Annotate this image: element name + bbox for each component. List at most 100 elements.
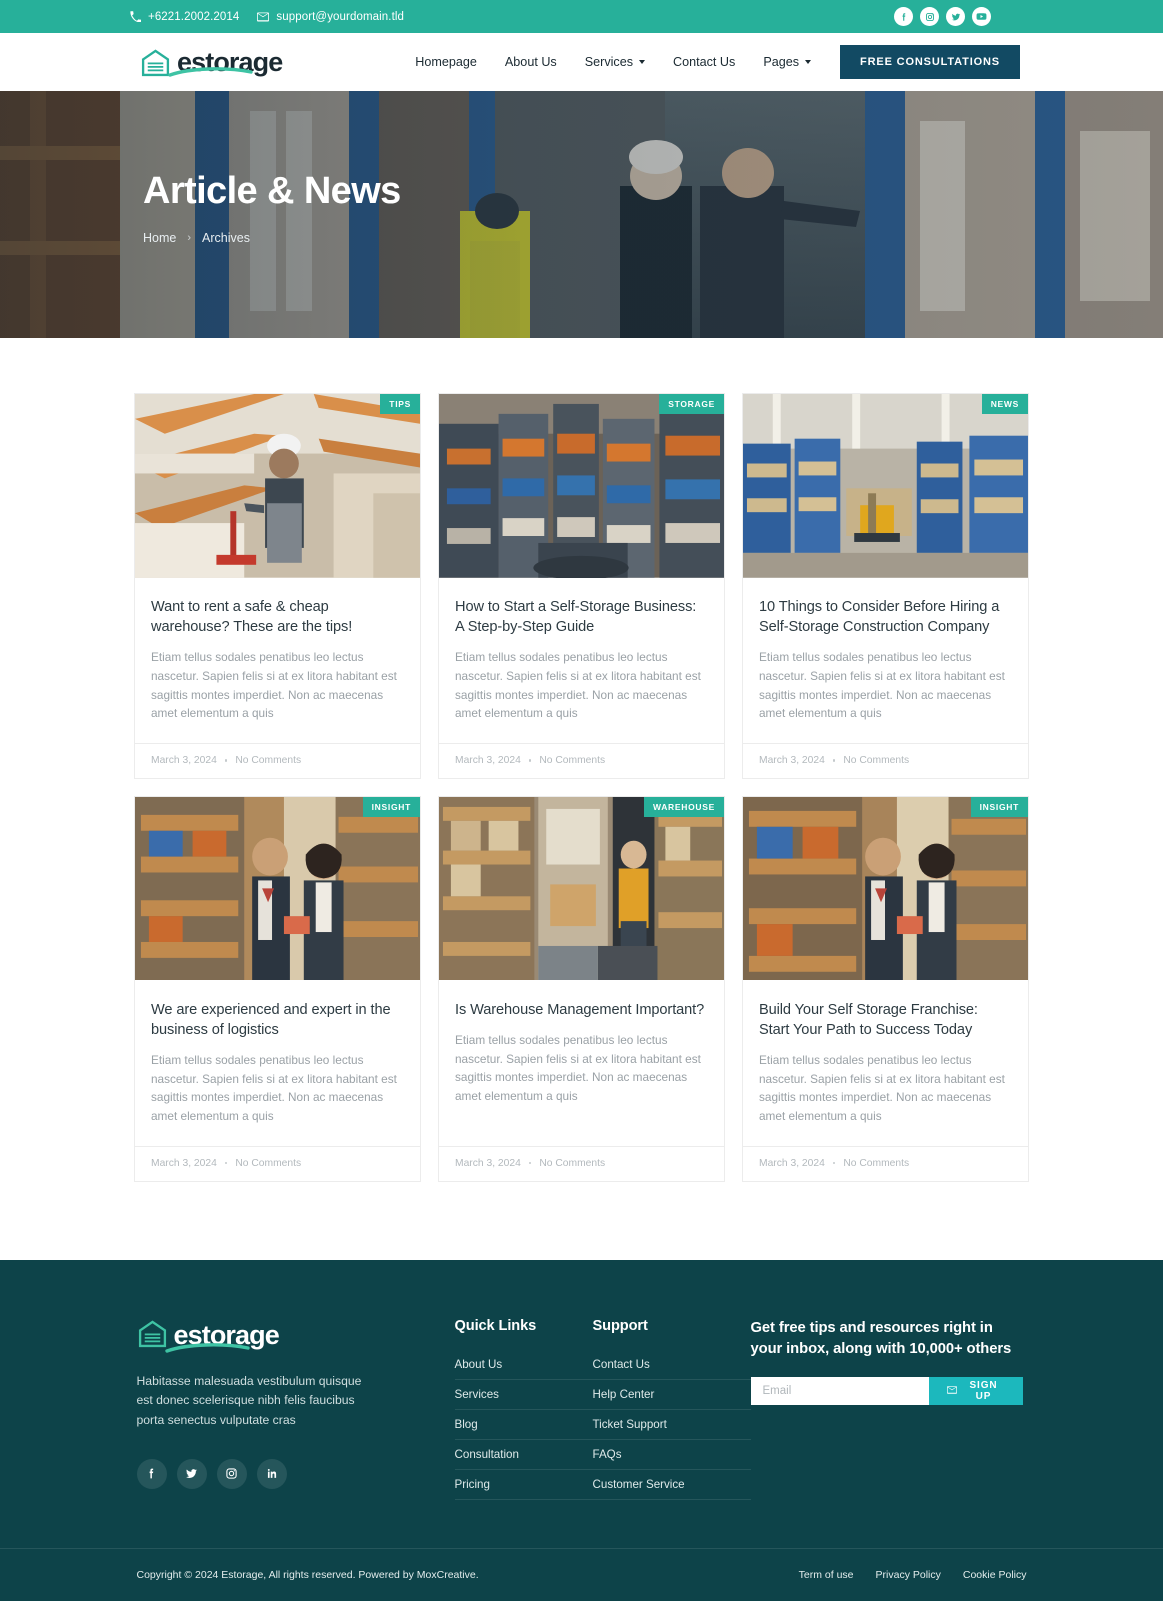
- topbar-phone-text: +6221.2002.2014: [148, 10, 240, 23]
- youtube-icon[interactable]: [972, 7, 991, 26]
- nav-label: Pages: [763, 55, 800, 69]
- post-comments[interactable]: No Comments: [539, 1158, 605, 1169]
- post-title[interactable]: How to Start a Self-Storage Business: A …: [455, 597, 708, 637]
- facebook-icon[interactable]: [136, 1458, 167, 1489]
- post-category-badge[interactable]: TIPS: [380, 394, 420, 414]
- post-date: March 3, 2024: [455, 1157, 521, 1169]
- site-footer: estorage Habitasse malesuada vestibulum …: [0, 1259, 1163, 1601]
- free-consultations-button[interactable]: FREE CONSULTATIONS: [840, 45, 1020, 79]
- post-thumbnail[interactable]: NEWS: [743, 394, 1028, 579]
- footer-support-heading: Support: [592, 1317, 648, 1334]
- post-grid: TIPS Want to rent a safe & cheap warehou…: [134, 393, 1029, 1182]
- nav-item-pages[interactable]: Pages: [749, 55, 825, 69]
- nav-label: Services: [584, 55, 634, 69]
- post-thumbnail[interactable]: TIPS: [135, 394, 420, 579]
- nav-item-homepage[interactable]: Homepage: [401, 55, 491, 69]
- post-category-badge[interactable]: NEWS: [981, 394, 1028, 414]
- post-date: March 3, 2024: [151, 1157, 217, 1169]
- chevron-down-icon: [639, 60, 646, 64]
- post-meta: March 3, 2024 No Comments: [743, 1145, 1028, 1181]
- post-thumbnail[interactable]: STORAGE: [439, 394, 724, 579]
- footer-link-services[interactable]: Services: [454, 1380, 593, 1410]
- post-title[interactable]: We are experienced and expert in the bus…: [151, 1000, 404, 1040]
- topbar-phone[interactable]: +6221.2002.2014: [130, 11, 239, 23]
- post-title[interactable]: Build Your Self Storage Franchise: Start…: [759, 1000, 1012, 1040]
- nav-label: About Us: [504, 55, 557, 69]
- twitter-icon[interactable]: [176, 1458, 207, 1489]
- post-thumbnail[interactable]: INSIGHT: [743, 796, 1028, 982]
- footer-link-ticket-support[interactable]: Ticket Support: [592, 1410, 751, 1440]
- post-excerpt: Etiam tellus sodales penatibus leo lectu…: [759, 650, 1005, 721]
- footer-link-pricing[interactable]: Pricing: [454, 1470, 593, 1500]
- post-comments[interactable]: No Comments: [235, 755, 301, 766]
- breadcrumb-item-archives: Archives: [202, 230, 250, 245]
- post-title[interactable]: 10 Things to Consider Before Hiring a Se…: [759, 597, 1012, 637]
- post-comments[interactable]: No Comments: [843, 1158, 909, 1169]
- footer-support-column: Support Contact Us Help Center Ticket Su…: [592, 1317, 751, 1500]
- post-category-badge[interactable]: INSIGHT: [362, 796, 420, 817]
- breadcrumb-item-home[interactable]: Home: [143, 231, 176, 245]
- separator-dot-icon: [832, 1161, 836, 1165]
- nav-item-services[interactable]: Services: [571, 55, 659, 69]
- footer-logo[interactable]: estorage: [137, 1318, 455, 1354]
- post-meta: March 3, 2024 No Comments: [743, 742, 1028, 778]
- post-category-badge[interactable]: WAREHOUSE: [643, 796, 724, 817]
- nav-item-about-us[interactable]: About Us: [491, 55, 571, 69]
- envelope-icon: [257, 12, 270, 22]
- post-meta: March 3, 2024 No Comments: [439, 742, 724, 778]
- post-category-badge[interactable]: INSIGHT: [970, 796, 1028, 817]
- newsletter-email-input[interactable]: [750, 1377, 929, 1406]
- legal-link-term-of-use[interactable]: Term of use: [799, 1569, 854, 1581]
- instagram-icon[interactable]: [216, 1458, 247, 1489]
- separator-dot-icon: [528, 1161, 532, 1165]
- post-comments[interactable]: No Comments: [539, 755, 605, 766]
- legal-links: Term of use Privacy Policy Cookie Policy: [799, 1569, 1027, 1581]
- nav-item-contact-us[interactable]: Contact Us: [659, 55, 749, 69]
- post-thumbnail[interactable]: INSIGHT: [135, 796, 420, 982]
- instagram-icon[interactable]: [920, 7, 939, 26]
- legal-link-cookie-policy[interactable]: Cookie Policy: [963, 1569, 1027, 1581]
- footer-link-contact-us[interactable]: Contact Us: [592, 1350, 751, 1380]
- footer-link-help-center[interactable]: Help Center: [592, 1380, 751, 1410]
- post-card[interactable]: STORAGE How to Start a Self-Storage Busi…: [438, 393, 725, 779]
- newsletter-signup-button[interactable]: SIGN UP: [928, 1377, 1023, 1406]
- footer-link-customer-service[interactable]: Customer Service: [592, 1470, 751, 1500]
- footer-link-consultation[interactable]: Consultation: [454, 1440, 593, 1470]
- page-title: Article & News: [143, 170, 401, 212]
- legal-link-privacy-policy[interactable]: Privacy Policy: [876, 1569, 941, 1581]
- top-contact-bar: +6221.2002.2014 support@yourdomain.tld: [0, 0, 1163, 33]
- post-card[interactable]: TIPS Want to rent a safe & cheap warehou…: [134, 393, 421, 779]
- site-logo[interactable]: estorage: [140, 47, 283, 78]
- footer-quick-links-heading: Quick Links: [454, 1317, 537, 1334]
- linkedin-icon[interactable]: [256, 1458, 287, 1489]
- topbar-email-text: support@yourdomain.tld: [276, 10, 405, 23]
- post-excerpt: Etiam tellus sodales penatibus leo lectu…: [759, 1053, 1005, 1123]
- logo-swoosh-icon: [168, 65, 253, 83]
- footer-bottom-bar: Copyright © 2024 Estorage, All rights re…: [0, 1547, 1163, 1601]
- twitter-icon[interactable]: [946, 7, 965, 26]
- post-comments[interactable]: No Comments: [235, 1158, 301, 1169]
- post-card[interactable]: INSIGHT We are experienced and expert in…: [134, 795, 421, 1182]
- topbar-email[interactable]: support@yourdomain.tld: [257, 11, 404, 23]
- topbar-social-list: [894, 7, 991, 26]
- post-date: March 3, 2024: [455, 754, 521, 766]
- post-excerpt: Etiam tellus sodales penatibus leo lectu…: [151, 1053, 397, 1123]
- facebook-icon[interactable]: [894, 7, 913, 26]
- separator-dot-icon: [224, 1161, 228, 1165]
- footer-link-faqs[interactable]: FAQs: [592, 1440, 751, 1470]
- footer-link-about-us[interactable]: About Us: [454, 1350, 593, 1380]
- post-title[interactable]: Want to rent a safe & cheap warehouse? T…: [151, 597, 404, 637]
- post-card[interactable]: WAREHOUSE Is Warehouse Management Import…: [438, 795, 725, 1182]
- post-card[interactable]: INSIGHT Build Your Self Storage Franchis…: [742, 795, 1029, 1182]
- separator-dot-icon: [832, 759, 836, 762]
- newsletter-form: SIGN UP: [750, 1377, 1023, 1406]
- post-title[interactable]: Is Warehouse Management Important?: [455, 1000, 708, 1020]
- post-thumbnail[interactable]: WAREHOUSE: [439, 796, 724, 982]
- post-card[interactable]: NEWS 10 Things to Consider Before Hiring…: [742, 393, 1029, 779]
- footer-link-blog[interactable]: Blog: [454, 1410, 593, 1440]
- warehouse-logo-icon: [137, 1318, 168, 1354]
- post-category-badge[interactable]: STORAGE: [659, 394, 724, 414]
- post-excerpt: Etiam tellus sodales penatibus leo lectu…: [455, 1032, 701, 1103]
- post-comments[interactable]: No Comments: [843, 755, 909, 766]
- footer-brand-column: estorage Habitasse malesuada vestibulum …: [136, 1318, 455, 1500]
